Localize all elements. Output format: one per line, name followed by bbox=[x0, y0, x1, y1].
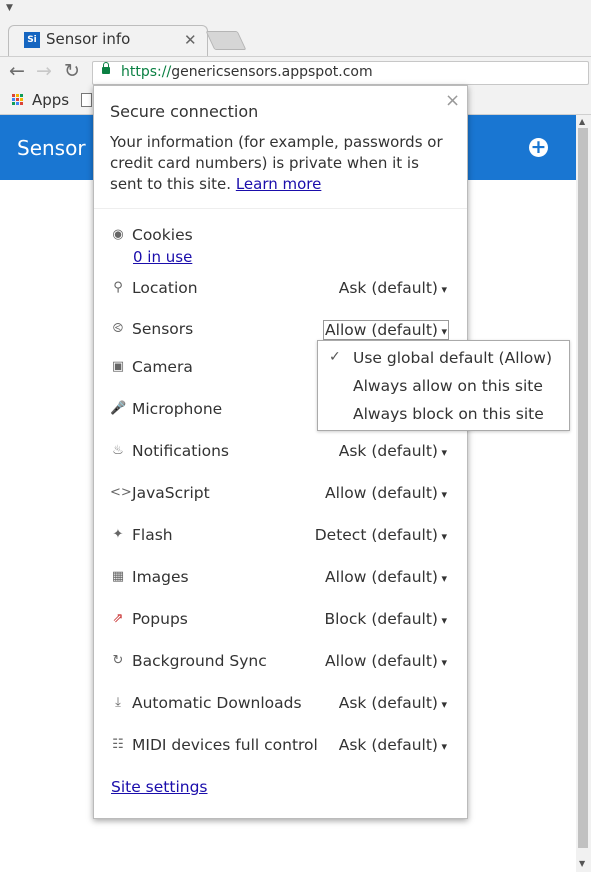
cookie-icon: ◉ bbox=[112, 227, 124, 242]
sensors-icon: ⧀ bbox=[112, 321, 124, 336]
permission-select-sensors[interactable]: Allow (default) bbox=[323, 320, 449, 340]
apps-bookmark[interactable]: Apps bbox=[32, 91, 69, 109]
forward-arrow-icon[interactable]: → bbox=[36, 60, 52, 82]
window-menu-icon[interactable]: ▼ bbox=[6, 3, 13, 13]
download-icon: ⤓ bbox=[115, 695, 121, 710]
permission-select-location[interactable]: Ask (default) bbox=[339, 279, 447, 297]
connection-description: Your information (for example, passwords… bbox=[110, 132, 455, 195]
reload-icon[interactable]: ↻ bbox=[64, 60, 80, 82]
add-icon[interactable]: + bbox=[529, 138, 548, 157]
url-host: genericsensors.appspot.com bbox=[171, 64, 373, 80]
learn-more-link[interactable]: Learn more bbox=[236, 175, 322, 193]
location-pin-icon: ⚲ bbox=[113, 280, 123, 295]
permission-select-images[interactable]: Allow (default) bbox=[325, 568, 447, 586]
permission-label-automatic-downloads: Automatic Downloads bbox=[132, 694, 302, 712]
tab-strip: ▼ Si Sensor info ✕ bbox=[0, 0, 591, 56]
permission-select-popups[interactable]: Block (default) bbox=[324, 610, 447, 628]
scroll-down-icon[interactable]: ▼ bbox=[579, 859, 585, 868]
sensors-dropdown-menu: ✓ Use global default (Allow) Always allo… bbox=[317, 340, 570, 431]
url-text[interactable]: https://genericsensors.appspot.com bbox=[121, 64, 373, 80]
checkmark-icon: ✓ bbox=[329, 349, 341, 365]
permission-label-camera: Camera bbox=[132, 358, 193, 376]
site-info-popup: × Secure connection Your information (fo… bbox=[93, 85, 468, 819]
camera-icon: ▣ bbox=[111, 359, 125, 374]
piano-icon: ☷ bbox=[112, 737, 124, 752]
permission-label-sensors: Sensors bbox=[132, 320, 194, 338]
permission-select-flash[interactable]: Detect (default) bbox=[315, 526, 447, 544]
scroll-up-icon[interactable]: ▲ bbox=[579, 117, 585, 126]
permission-label-location: Location bbox=[132, 279, 198, 297]
url-protocol: https:// bbox=[121, 64, 172, 80]
permission-select-javascript[interactable]: Allow (default) bbox=[325, 484, 447, 502]
divider bbox=[94, 208, 467, 209]
permission-label-javascript: JavaScript bbox=[132, 484, 210, 502]
permission-select-automatic-downloads[interactable]: Ask (default) bbox=[339, 694, 447, 712]
sync-icon: ↻ bbox=[112, 653, 124, 668]
site-settings-link[interactable]: Site settings bbox=[111, 778, 208, 796]
tab-title: Sensor info bbox=[46, 30, 131, 48]
permission-label-notifications: Notifications bbox=[132, 442, 230, 460]
tab-close-icon[interactable]: ✕ bbox=[184, 31, 197, 49]
toolbar: ← → ↻ https://genericsensors.appspot.com bbox=[0, 56, 591, 88]
dropdown-option-always-block[interactable]: Always block on this site bbox=[353, 405, 544, 423]
connection-title: Secure connection bbox=[110, 102, 259, 121]
address-bar[interactable]: https://genericsensors.appspot.com bbox=[92, 61, 589, 85]
scrollbar[interactable]: ▲ ▼ bbox=[576, 115, 591, 872]
permission-select-midi[interactable]: Ask (default) bbox=[339, 736, 447, 754]
back-arrow-icon[interactable]: ← bbox=[9, 60, 25, 82]
permission-label-popups: Popups bbox=[132, 610, 188, 628]
new-tab-button[interactable] bbox=[205, 31, 247, 50]
cookies-label: Cookies bbox=[132, 226, 193, 244]
permission-label-background-sync: Background Sync bbox=[132, 652, 267, 670]
permission-label-images: Images bbox=[132, 568, 189, 586]
favicon-icon: Si bbox=[24, 32, 40, 48]
cookies-in-use-link[interactable]: 0 in use bbox=[133, 248, 192, 266]
dropdown-option-global-default[interactable]: Use global default (Allow) bbox=[353, 349, 552, 367]
popup-close-icon[interactable]: × bbox=[445, 90, 460, 111]
document-bookmark-icon[interactable] bbox=[81, 93, 92, 107]
bell-icon: ♨ bbox=[112, 443, 124, 458]
puzzle-icon: ✦ bbox=[112, 527, 124, 542]
image-icon: ▦ bbox=[111, 569, 125, 584]
popup-blocked-icon: ⇗ bbox=[112, 611, 124, 626]
code-icon: <> bbox=[110, 485, 132, 500]
browser-tab[interactable]: Si Sensor info ✕ bbox=[8, 25, 208, 56]
scroll-thumb[interactable] bbox=[578, 128, 588, 848]
lock-icon[interactable] bbox=[102, 62, 110, 74]
apps-grid-icon[interactable] bbox=[12, 94, 24, 106]
permission-label-midi: MIDI devices full control bbox=[132, 736, 318, 754]
microphone-icon: 🎤 bbox=[110, 401, 127, 416]
dropdown-option-always-allow[interactable]: Always allow on this site bbox=[353, 377, 543, 395]
permission-select-notifications[interactable]: Ask (default) bbox=[339, 442, 447, 460]
permission-label-microphone: Microphone bbox=[132, 400, 223, 418]
permission-select-background-sync[interactable]: Allow (default) bbox=[325, 652, 447, 670]
permission-label-flash: Flash bbox=[132, 526, 173, 544]
